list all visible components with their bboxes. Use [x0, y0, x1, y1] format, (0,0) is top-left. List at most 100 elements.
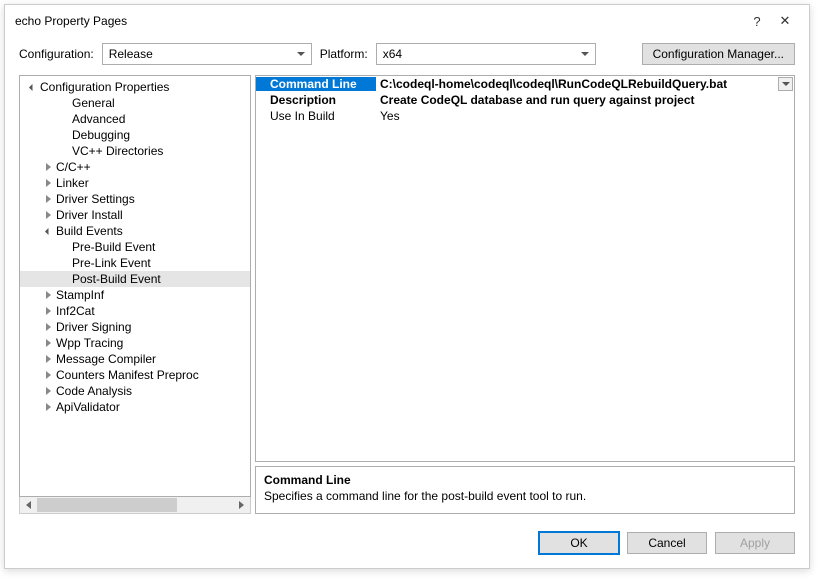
tree-item-label: Driver Signing [56, 320, 131, 334]
tree-item[interactable]: Code Analysis [20, 383, 250, 399]
dialog-window: echo Property Pages ? ✕ Configuration: R… [4, 4, 810, 569]
tree-item[interactable]: Debugging [20, 127, 250, 143]
platform-value: x64 [383, 47, 402, 61]
tree-item[interactable]: StampInf [20, 287, 250, 303]
scroll-left-button[interactable] [20, 497, 37, 513]
tree-item[interactable]: Inf2Cat [20, 303, 250, 319]
tree-item-label: StampInf [56, 288, 104, 302]
configuration-label: Configuration: [19, 47, 94, 61]
properties-tree[interactable]: Configuration Properties General Advanced D… [19, 75, 251, 497]
tree-item-label: Wpp Tracing [56, 336, 123, 350]
expander-closed-icon[interactable] [42, 195, 54, 203]
dialog-footer: OK Cancel Apply [5, 522, 809, 568]
property-name: Description [256, 93, 376, 107]
arrow-left-icon [26, 501, 31, 509]
tree-item-label: ApiValidator [56, 400, 120, 414]
tree-item[interactable]: Pre-Link Event [20, 255, 250, 271]
tree-item[interactable]: Wpp Tracing [20, 335, 250, 351]
tree-item[interactable]: Advanced [20, 111, 250, 127]
property-value[interactable]: Create CodeQL database and run query aga… [376, 93, 794, 107]
expander-closed-icon[interactable] [42, 179, 54, 187]
expander-closed-icon[interactable] [42, 339, 54, 347]
arrow-right-icon [239, 501, 244, 509]
property-value[interactable]: Yes [376, 109, 794, 123]
property-row[interactable]: Command LineC:\codeql-home\codeql\codeql… [256, 76, 794, 92]
tree-item[interactable]: Driver Install [20, 207, 250, 223]
configuration-dropdown[interactable]: Release [102, 43, 312, 65]
tree-item-label: Counters Manifest Preproc [56, 368, 199, 382]
window-title: echo Property Pages [15, 14, 743, 28]
configuration-value: Release [109, 47, 153, 61]
tree-item-label: Advanced [72, 112, 125, 126]
tree-item[interactable]: General [20, 95, 250, 111]
tree-item[interactable]: Pre-Build Event [20, 239, 250, 255]
expander-closed-icon[interactable] [42, 211, 54, 219]
tree-item[interactable]: Build Events [20, 223, 250, 239]
chevron-down-icon [782, 82, 790, 86]
platform-dropdown[interactable]: x64 [376, 43, 596, 65]
tree-item[interactable]: Linker [20, 175, 250, 191]
chevron-down-icon [297, 52, 305, 56]
tree-item-label: Inf2Cat [56, 304, 95, 318]
description-text: Specifies a command line for the post-bu… [264, 489, 786, 503]
config-row: Configuration: Release Platform: x64 Con… [5, 37, 809, 75]
help-button[interactable]: ? [743, 14, 771, 29]
tree-item-label: Post-Build Event [72, 272, 161, 286]
tree-item[interactable]: ApiValidator [20, 399, 250, 415]
description-panel: Command Line Specifies a command line fo… [255, 466, 795, 514]
tree-item-label: Pre-Link Event [72, 256, 151, 270]
property-name: Use In Build [256, 109, 376, 123]
dialog-body: Configuration Properties General Advanced D… [5, 75, 809, 522]
close-button[interactable]: ✕ [771, 13, 799, 29]
ok-button[interactable]: OK [539, 532, 619, 554]
tree-item-label: Driver Settings [56, 192, 135, 206]
expander-closed-icon[interactable] [42, 291, 54, 299]
property-grid[interactable]: Command LineC:\codeql-home\codeql\codeql… [255, 75, 795, 462]
tree-item-label: Code Analysis [56, 384, 132, 398]
cancel-button[interactable]: Cancel [627, 532, 707, 554]
tree-item-label: Configuration Properties [40, 80, 169, 94]
tree-item-label: Pre-Build Event [72, 240, 155, 254]
tree-item[interactable]: Driver Settings [20, 191, 250, 207]
tree-item-label: Debugging [72, 128, 130, 142]
expander-open-icon[interactable] [42, 229, 54, 234]
property-value[interactable]: C:\codeql-home\codeql\codeql\RunCodeQLRe… [376, 77, 794, 91]
chevron-down-icon [581, 52, 589, 56]
platform-label: Platform: [320, 47, 368, 61]
tree-item[interactable]: C/C++ [20, 159, 250, 175]
expander-closed-icon[interactable] [42, 307, 54, 315]
tree-item-label: Build Events [56, 224, 123, 238]
tree-item[interactable]: Configuration Properties [20, 79, 250, 95]
expander-closed-icon[interactable] [42, 163, 54, 171]
tree-item-label: C/C++ [56, 160, 91, 174]
tree-item-label: Driver Install [56, 208, 123, 222]
scroll-track[interactable] [37, 497, 233, 513]
apply-button[interactable]: Apply [715, 532, 795, 554]
tree-item-label: Message Compiler [56, 352, 156, 366]
right-panel: Command Line C:\codeql-home\codeql\codeql… [255, 75, 795, 514]
property-row[interactable]: DescriptionCreate CodeQL database and ru… [256, 92, 794, 108]
expander-closed-icon[interactable] [42, 403, 54, 411]
tree-item[interactable]: Message Compiler [20, 351, 250, 367]
titlebar: echo Property Pages ? ✕ [5, 5, 809, 37]
tree-item-label: General [72, 96, 115, 110]
tree-item[interactable]: Post-Build Event [20, 271, 250, 287]
expander-closed-icon[interactable] [42, 387, 54, 395]
scroll-right-button[interactable] [233, 497, 250, 513]
property-value-dropdown[interactable] [778, 77, 793, 91]
tree-hscrollbar[interactable] [19, 497, 251, 514]
expander-closed-icon[interactable] [42, 355, 54, 363]
tree-item-label: VC++ Directories [72, 144, 163, 158]
expander-closed-icon[interactable] [42, 323, 54, 331]
property-row[interactable]: Use In BuildYes [256, 108, 794, 124]
tree-item[interactable]: Driver Signing [20, 319, 250, 335]
configuration-manager-button[interactable]: Configuration Manager... [642, 43, 795, 65]
tree-item-label: Linker [56, 176, 89, 190]
tree-item[interactable]: Counters Manifest Preproc [20, 367, 250, 383]
tree-item[interactable]: VC++ Directories [20, 143, 250, 159]
description-title: Command Line [264, 473, 786, 487]
expander-closed-icon[interactable] [42, 371, 54, 379]
scroll-thumb[interactable] [37, 498, 177, 512]
expander-open-icon[interactable] [26, 85, 38, 90]
tree-panel: Configuration Properties General Advanced D… [19, 75, 251, 514]
